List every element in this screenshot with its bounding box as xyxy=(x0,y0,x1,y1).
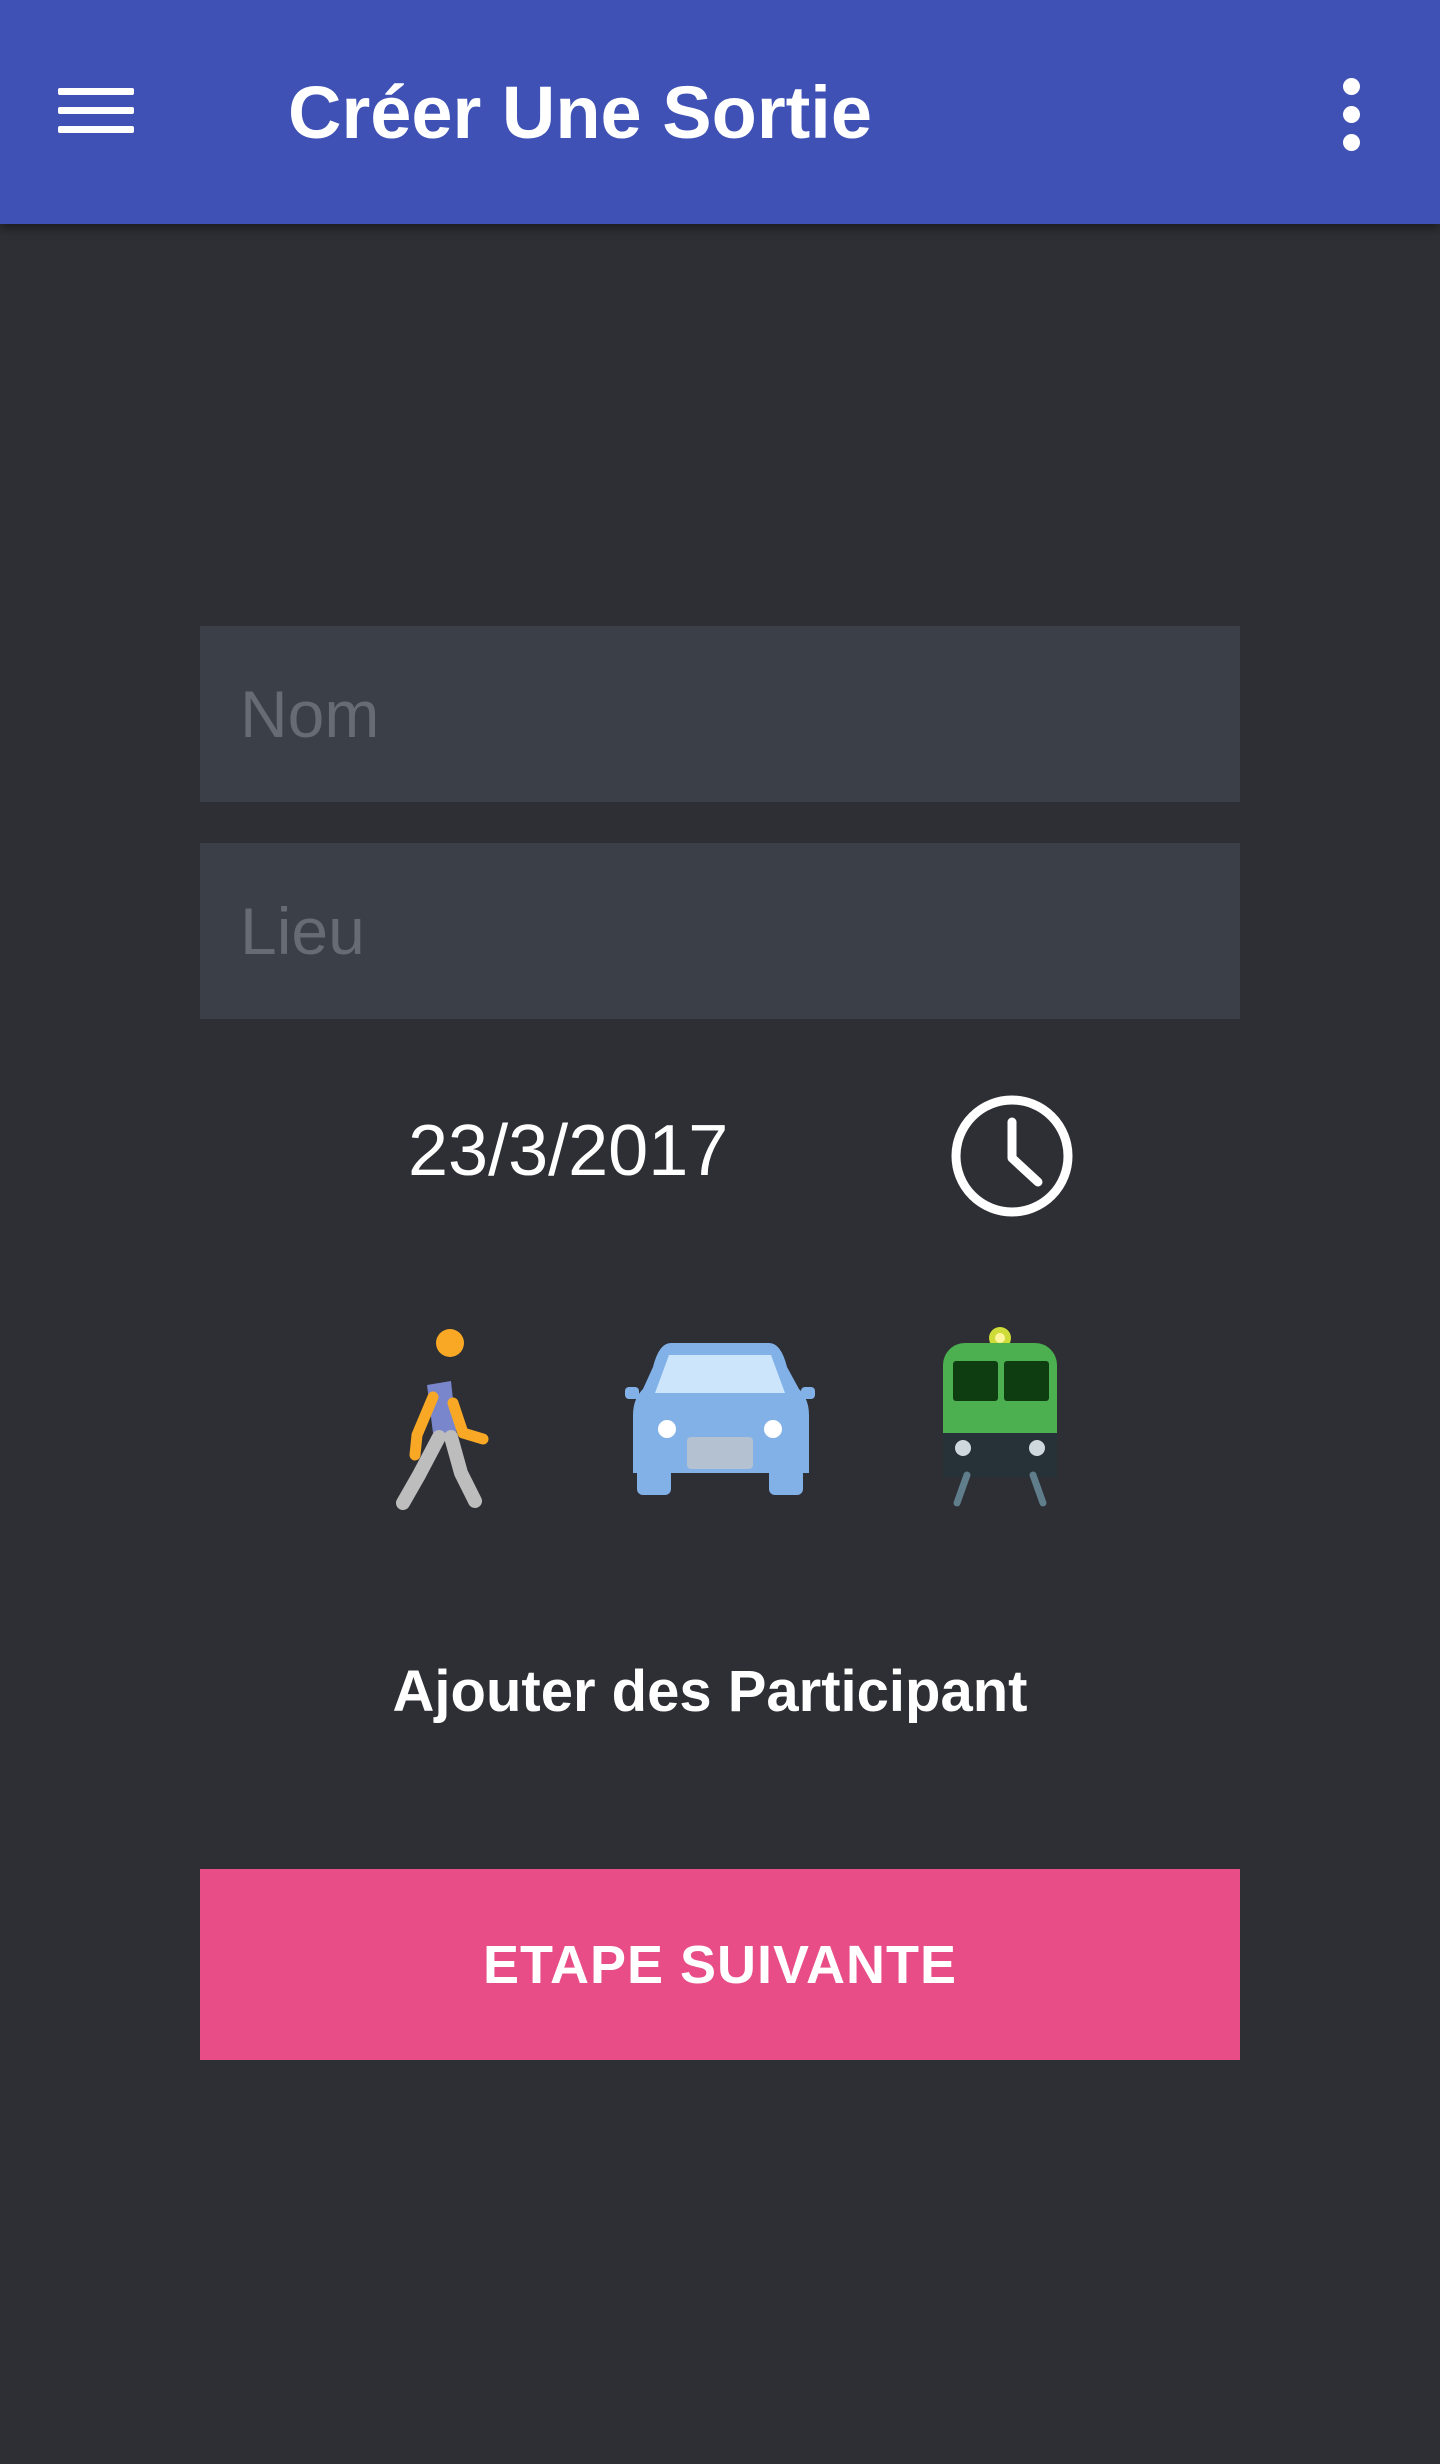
name-input[interactable] xyxy=(200,626,1240,802)
clock-icon[interactable] xyxy=(950,1094,1074,1218)
page-title: Créer Une Sortie xyxy=(288,71,872,154)
car-icon[interactable] xyxy=(625,1325,815,1515)
walking-person-icon[interactable] xyxy=(345,1325,535,1515)
menu-icon[interactable] xyxy=(58,82,134,138)
date-display[interactable]: 23/3/2017 xyxy=(408,1108,728,1194)
app-bar: Créer Une Sortie xyxy=(0,0,1440,224)
place-input[interactable] xyxy=(200,843,1240,1019)
next-step-button[interactable]: ETAPE SUIVANTE xyxy=(200,1869,1240,2060)
train-icon[interactable] xyxy=(905,1325,1095,1515)
more-vert-icon[interactable] xyxy=(1330,76,1374,152)
add-participants-link[interactable]: Ajouter des Participant xyxy=(300,1656,1120,1728)
